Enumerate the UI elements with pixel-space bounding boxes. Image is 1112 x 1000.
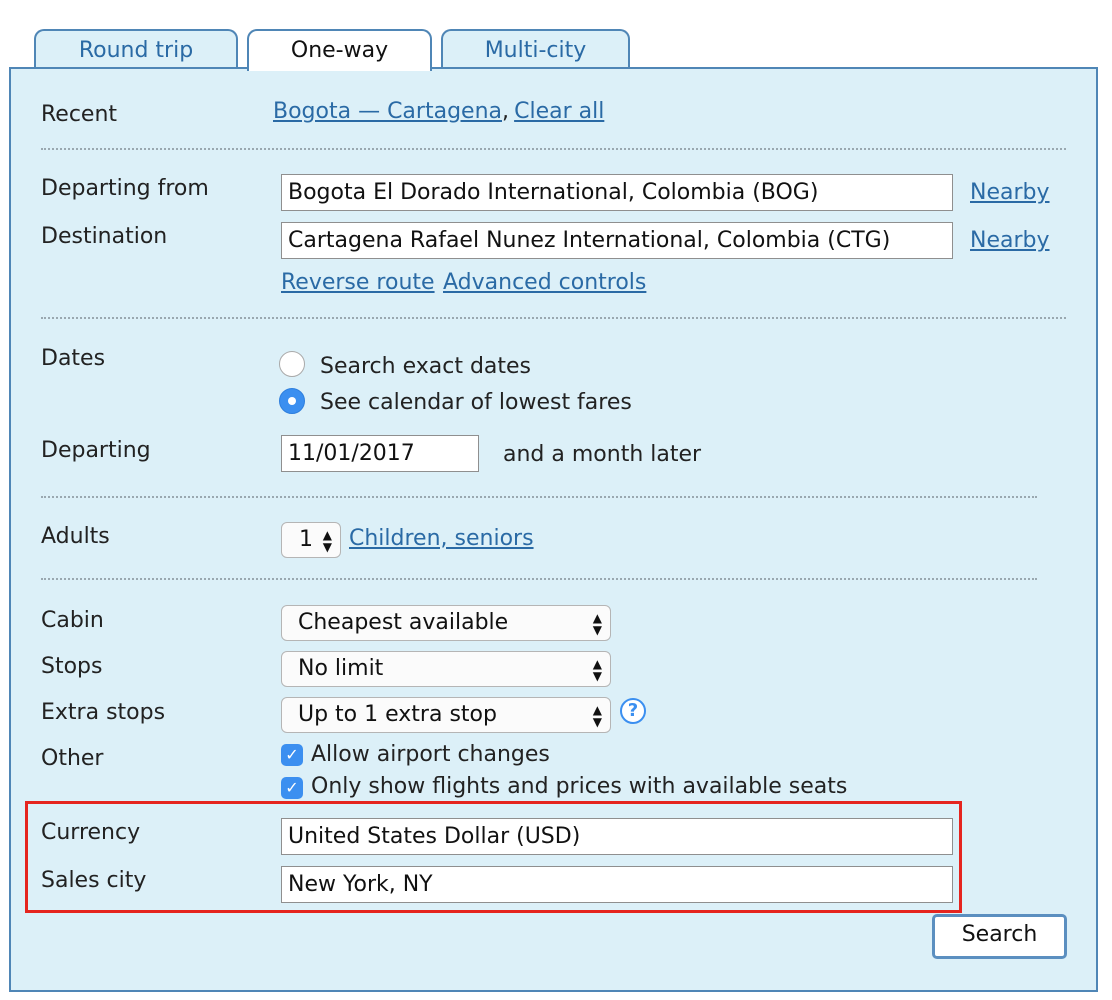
airport-changes-checkbox[interactable]: ✓: [281, 744, 303, 766]
departing-date-input[interactable]: 11/01/2017: [281, 435, 479, 472]
stops-label: Stops: [41, 654, 103, 679]
select-arrows-icon: ▲ ▼: [322, 528, 332, 554]
select-arrows-icon: ▲ ▼: [592, 657, 602, 683]
departing-label: Departing: [41, 438, 151, 463]
destination-label: Destination: [41, 224, 168, 249]
tab-round-trip[interactable]: Round trip: [34, 29, 238, 69]
cabin-value: Cheapest available: [298, 610, 509, 635]
stops-value: No limit: [298, 656, 384, 681]
tab-one-way[interactable]: One-way: [247, 29, 432, 71]
extra-stops-label: Extra stops: [41, 700, 166, 725]
dates-label: Dates: [41, 346, 106, 371]
sales-city-input[interactable]: New York, NY: [281, 866, 953, 903]
select-arrows-icon: ▲ ▼: [592, 703, 602, 729]
cabin-select[interactable]: Cheapest available ▲ ▼: [281, 605, 611, 641]
search-button[interactable]: Search: [932, 914, 1067, 959]
adults-select[interactable]: 1 ▲ ▼: [281, 522, 341, 558]
exact-dates-radio[interactable]: [279, 351, 305, 377]
extra-stops-select[interactable]: Up to 1 extra stop ▲ ▼: [281, 697, 611, 733]
recent-label: Recent: [41, 102, 118, 127]
divider: [41, 578, 1037, 580]
available-seats-checkbox[interactable]: ✓: [281, 777, 303, 799]
departing-from-input[interactable]: Bogota El Dorado International, Colombia…: [281, 174, 953, 211]
sales-city-label: Sales city: [41, 868, 147, 893]
recent-route-link[interactable]: Bogota — Cartagena: [273, 99, 502, 124]
help-icon[interactable]: ?: [620, 698, 646, 724]
recent-links: Bogota — Cartagena, Clear all: [273, 99, 604, 124]
divider: [41, 148, 1066, 150]
currency-label: Currency: [41, 820, 141, 845]
departing-from-label: Departing from: [41, 176, 209, 201]
reverse-route-link[interactable]: Reverse route: [281, 270, 435, 295]
tab-multi-city[interactable]: Multi-city: [441, 29, 630, 69]
children-seniors-link[interactable]: Children, seniors: [349, 526, 534, 551]
advanced-controls-link[interactable]: Advanced controls: [443, 270, 646, 295]
destination-input[interactable]: Cartagena Rafael Nunez International, Co…: [281, 222, 953, 259]
other-label: Other: [41, 746, 104, 771]
stops-select[interactable]: No limit ▲ ▼: [281, 651, 611, 687]
clear-all-link[interactable]: Clear all: [514, 99, 604, 124]
exact-dates-label[interactable]: Search exact dates: [320, 354, 531, 379]
select-arrows-icon: ▲ ▼: [592, 611, 602, 637]
search-form-panel: Recent Bogota — Cartagena, Clear all Dep…: [9, 67, 1098, 992]
divider: [41, 496, 1037, 498]
currency-input[interactable]: United States Dollar (USD): [281, 818, 953, 855]
cabin-label: Cabin: [41, 608, 104, 633]
calendar-fares-radio[interactable]: [279, 388, 305, 414]
divider: [41, 317, 1066, 319]
adults-value: 1: [299, 527, 313, 552]
recent-separator: ,: [502, 99, 509, 124]
destination-nearby-link[interactable]: Nearby: [970, 228, 1050, 253]
extra-stops-value: Up to 1 extra stop: [298, 702, 497, 727]
available-seats-label[interactable]: Only show flights and prices with availa…: [311, 774, 847, 799]
calendar-fares-label[interactable]: See calendar of lowest fares: [320, 390, 632, 415]
airport-changes-label[interactable]: Allow airport changes: [311, 742, 550, 767]
date-range-suffix: and a month later: [503, 442, 702, 467]
adults-label: Adults: [41, 524, 110, 549]
departing-nearby-link[interactable]: Nearby: [970, 180, 1050, 205]
